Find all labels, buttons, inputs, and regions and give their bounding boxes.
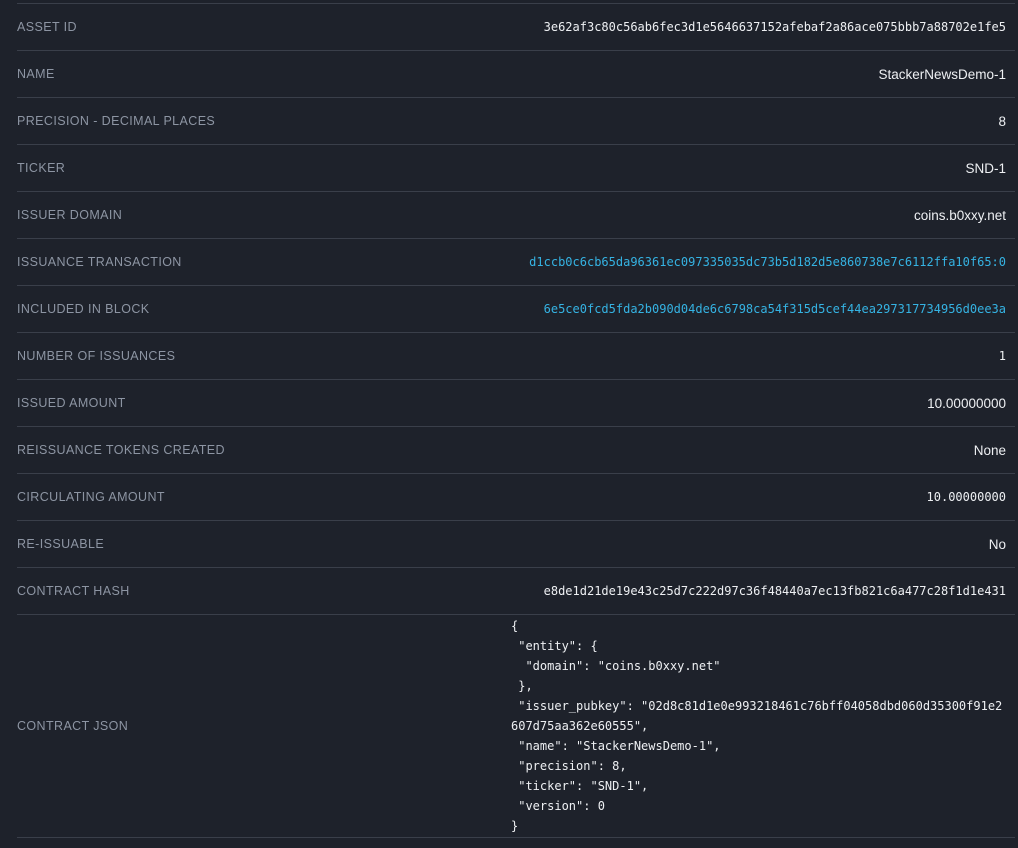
row-label: NAME [17, 67, 55, 81]
row-label: CONTRACT HASH [17, 584, 130, 598]
row-contract-json: CONTRACT JSON { "entity": { "domain": "co… [17, 615, 1015, 838]
row-contract-hash: CONTRACT HASH e8de1d21de19e43c25d7c222d97… [17, 568, 1015, 615]
contract-json: { "entity": { "domain": "coins.b0xxy.net… [511, 616, 1006, 836]
row-label: TICKER [17, 161, 65, 175]
row-circulating-amount: CIRCULATING AMOUNT 10.00000000 [17, 474, 1015, 521]
row-label: REISSUANCE TOKENS CREATED [17, 443, 225, 457]
row-value: 10.00000000 [927, 396, 1015, 411]
row-precision-decimal-places: PRECISION - DECIMAL PLACES 8 [17, 98, 1015, 145]
row-included-in-block: INCLUDED IN BLOCK 6e5ce0fcd5fda2b090d04de… [17, 286, 1015, 333]
row-reissuance-tokens-created: REISSUANCE TOKENS CREATED None [17, 427, 1015, 474]
row-value: 1 [999, 349, 1015, 363]
row-value: 3e62af3c80c56ab6fec3d1e5646637152afebaf2… [544, 20, 1015, 34]
included-in-block-link[interactable]: 6e5ce0fcd5fda2b090d04de6c6798ca54f315d5c… [544, 302, 1015, 316]
row-label: RE-ISSUABLE [17, 537, 104, 551]
row-value: StackerNewsDemo-1 [878, 67, 1015, 82]
row-re-issuable: RE-ISSUABLE No [17, 521, 1015, 568]
row-value: 10.00000000 [927, 490, 1015, 504]
row-label: ISSUER DOMAIN [17, 208, 122, 222]
row-label: CIRCULATING AMOUNT [17, 490, 165, 504]
issuance-transaction-link[interactable]: d1ccb0c6cb65da96361ec097335035dc73b5d182… [529, 255, 1015, 269]
row-asset-id: ASSET ID 3e62af3c80c56ab6fec3d1e564663715… [17, 4, 1015, 51]
row-value: No [989, 537, 1015, 552]
row-value: None [974, 443, 1015, 458]
row-label: ISSUED AMOUNT [17, 396, 126, 410]
row-issuance-transaction: ISSUANCE TRANSACTION d1ccb0c6cb65da96361e… [17, 239, 1015, 286]
row-label: PRECISION - DECIMAL PLACES [17, 114, 215, 128]
row-ticker: TICKER SND-1 [17, 145, 1015, 192]
row-value: 8 [998, 114, 1015, 129]
row-name: NAME StackerNewsDemo-1 [17, 51, 1015, 98]
row-value: e8de1d21de19e43c25d7c222d97c36f48440a7ec… [544, 584, 1015, 598]
asset-details-table: ASSET ID 3e62af3c80c56ab6fec3d1e564663715… [17, 3, 1015, 838]
row-issued-amount: ISSUED AMOUNT 10.00000000 [17, 380, 1015, 427]
row-label: ASSET ID [17, 20, 77, 34]
row-label: NUMBER OF ISSUANCES [17, 349, 175, 363]
row-label: CONTRACT JSON [17, 719, 128, 733]
row-value: SND-1 [965, 161, 1015, 176]
row-value: coins.b0xxy.net [914, 208, 1015, 223]
row-label: INCLUDED IN BLOCK [17, 302, 150, 316]
row-label: ISSUANCE TRANSACTION [17, 255, 182, 269]
row-issuer-domain: ISSUER DOMAIN coins.b0xxy.net [17, 192, 1015, 239]
row-number-of-issuances: NUMBER OF ISSUANCES 1 [17, 333, 1015, 380]
